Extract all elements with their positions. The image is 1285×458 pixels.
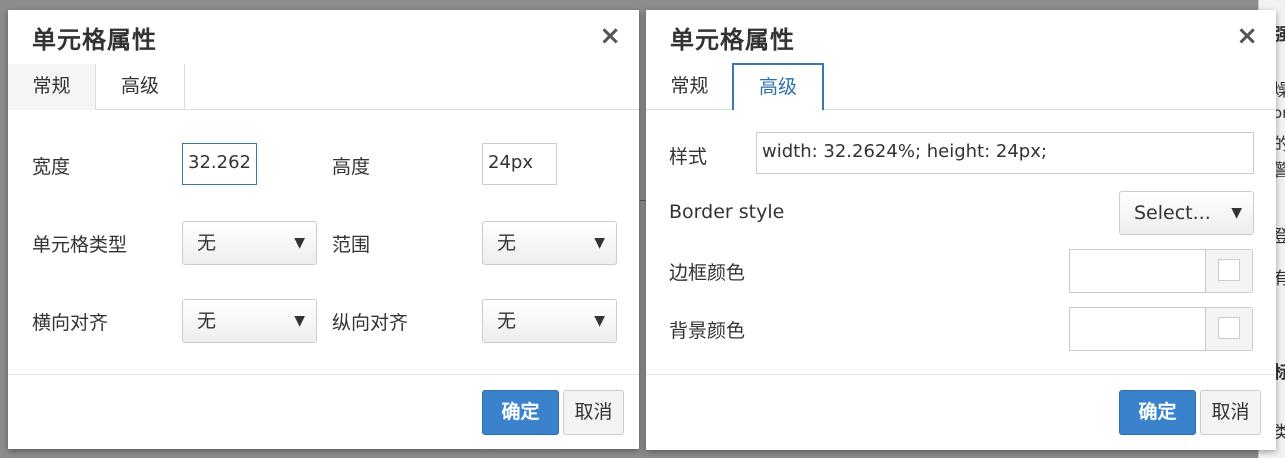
color-swatch-icon — [1218, 317, 1240, 339]
close-icon[interactable]: × — [1236, 22, 1258, 50]
h-align-label: 横向对齐 — [32, 312, 109, 334]
cell-properties-dialog-advanced: 单元格属性 × 常规 高级 样式 width: 32.2624%; height… — [646, 10, 1276, 450]
bg-color-picker-button[interactable] — [1205, 307, 1253, 351]
dialog-title: 单元格属性 — [670, 26, 795, 54]
color-swatch-icon — [1218, 259, 1240, 281]
width-input[interactable]: 32.262 — [182, 143, 257, 185]
cell-type-value: 无 — [197, 232, 217, 254]
bg-color-label: 背景颜色 — [669, 320, 746, 342]
cell-type-select[interactable]: 无 ▼ — [182, 221, 317, 265]
close-icon[interactable]: × — [599, 22, 621, 50]
border-style-select[interactable]: Select... ▼ — [1119, 191, 1254, 235]
caret-down-icon: ▼ — [294, 235, 305, 251]
tab-bar: 常规 高级 — [646, 63, 1276, 110]
h-align-value: 无 — [197, 310, 217, 332]
height-label: 高度 — [332, 156, 371, 178]
h-align-select[interactable]: 无 ▼ — [182, 299, 317, 343]
v-align-value: 无 — [497, 310, 517, 332]
cell-type-label: 单元格类型 — [32, 234, 128, 256]
style-input[interactable]: width: 32.2624%; height: 24px; — [756, 132, 1254, 174]
tab-advanced[interactable]: 高级 — [732, 63, 824, 110]
caret-down-icon: ▼ — [594, 235, 605, 251]
ok-button[interactable]: 确定 — [482, 390, 559, 435]
border-style-value: Select... — [1134, 202, 1211, 224]
footer-divider — [8, 374, 639, 375]
border-color-label: 边框颜色 — [669, 262, 746, 284]
scope-select[interactable]: 无 ▼ — [482, 221, 617, 265]
cancel-button[interactable]: 取消 — [563, 390, 624, 435]
height-input[interactable]: 24px — [482, 143, 557, 185]
bg-color-input[interactable] — [1069, 307, 1206, 351]
scope-label: 范围 — [332, 234, 371, 256]
tab-general[interactable]: 常规 — [8, 64, 96, 110]
border-style-label: Border style — [669, 201, 785, 223]
caret-down-icon: ▼ — [294, 313, 305, 329]
caret-down-icon: ▼ — [1231, 205, 1242, 221]
width-label: 宽度 — [32, 156, 71, 178]
footer-divider — [646, 374, 1276, 375]
v-align-label: 纵向对齐 — [332, 312, 409, 334]
tab-advanced[interactable]: 高级 — [96, 64, 185, 109]
cancel-button[interactable]: 取消 — [1200, 390, 1261, 435]
caret-down-icon: ▼ — [594, 313, 605, 329]
tab-general[interactable]: 常规 — [646, 64, 733, 109]
style-label: 样式 — [669, 146, 708, 168]
border-color-picker-button[interactable] — [1205, 249, 1253, 293]
dialog-title: 单元格属性 — [32, 26, 157, 54]
tab-bar: 常规 高级 — [8, 64, 639, 110]
border-color-input[interactable] — [1069, 249, 1206, 293]
ok-button[interactable]: 确定 — [1119, 390, 1196, 435]
scope-value: 无 — [497, 232, 517, 254]
v-align-select[interactable]: 无 ▼ — [482, 299, 617, 343]
cell-properties-dialog-general: 单元格属性 × 常规 高级 宽度 32.262 高度 24px 单元格类型 无 … — [8, 10, 639, 449]
